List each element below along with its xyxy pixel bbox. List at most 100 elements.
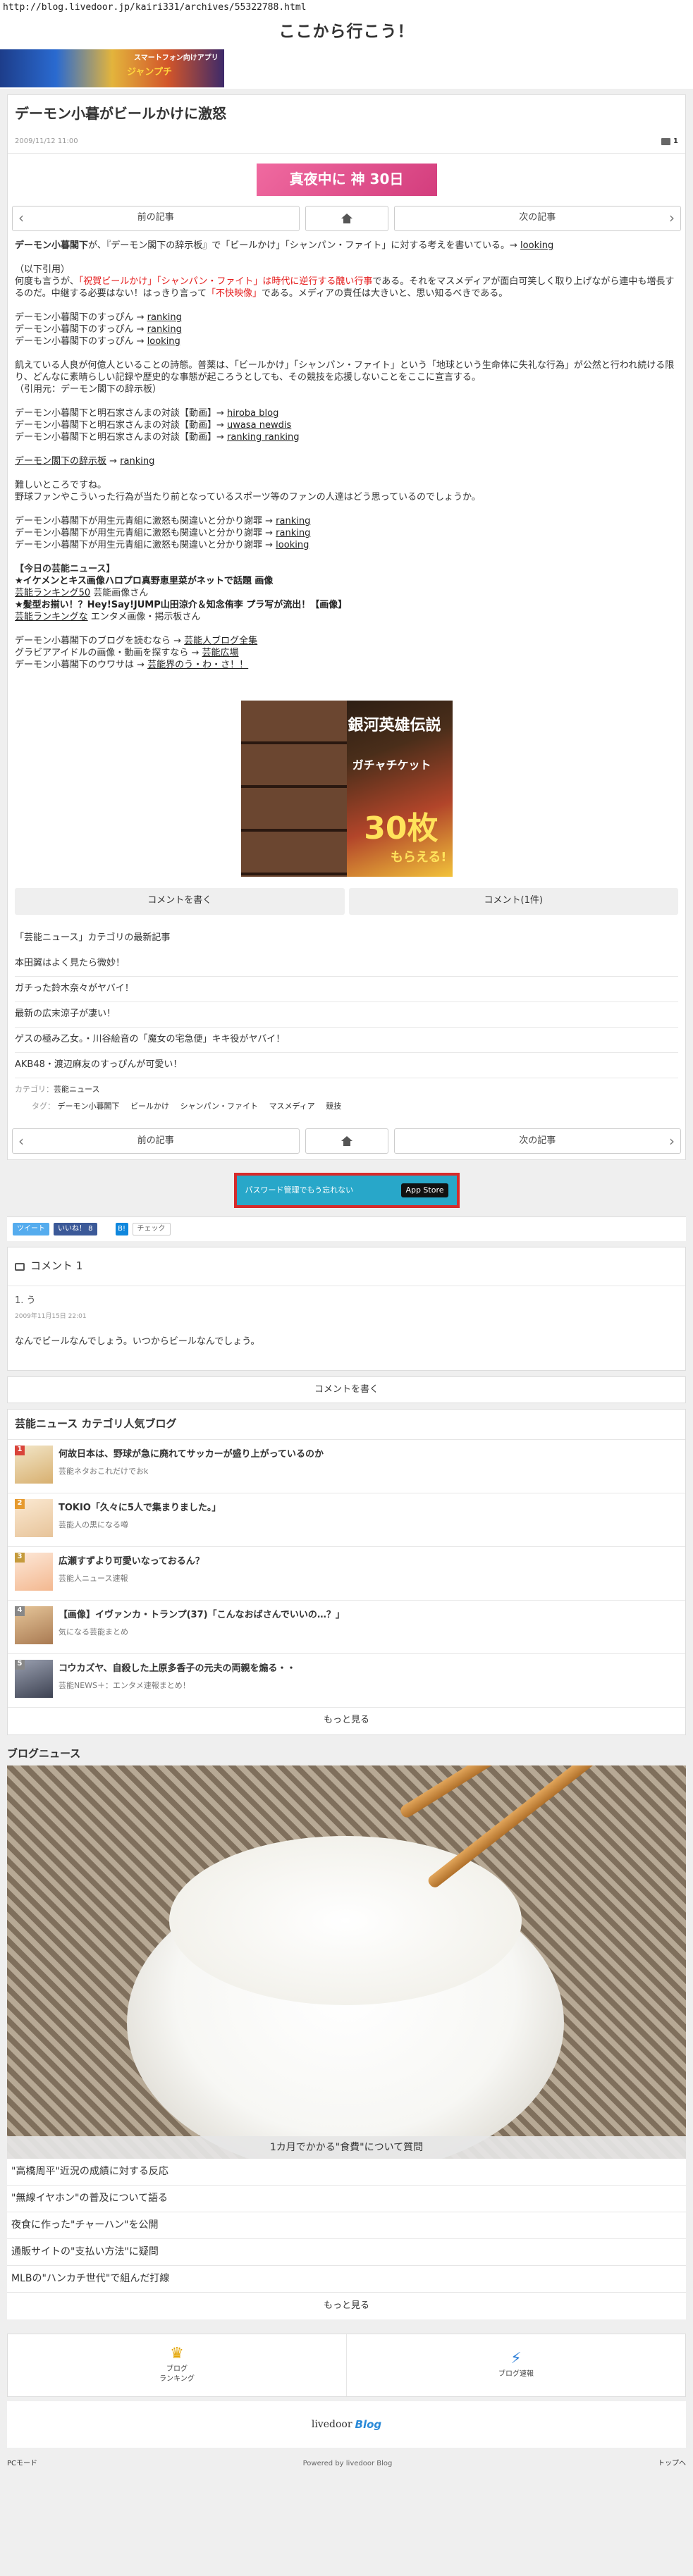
popular-item[interactable]: 2 TOKIO「久々に5人で集まりました。」 芸能人の黒になる噂 — [8, 1493, 685, 1547]
link-b-3[interactable]: ranking ranking — [227, 432, 300, 443]
next-article-button[interactable]: 次の記事 — [393, 205, 681, 231]
blog-link-2[interactable]: 芸能広場 — [202, 648, 239, 658]
ad-mid-image[interactable]: パスワード管理でもう忘れない App Store — [233, 1173, 460, 1209]
comment-count: 1 — [673, 137, 678, 145]
mixi-check-button[interactable]: チェック — [132, 1223, 171, 1236]
popular-thumb: 5 — [15, 1659, 53, 1698]
quote2-src: （引用元：デーモン閣下の辞示板） — [15, 383, 162, 395]
tags: カテゴリ：芸能ニュース タグ： デーモン小暮閣下 ビールかけ シャンパン・ファイ… — [15, 1084, 342, 1111]
popular-item[interactable]: 1 何故日本は、野球が急に廃れてサッカーが盛り上がっているのか 芸能ネタおこれだけ… — [8, 1440, 685, 1493]
blognews-item[interactable]: "無線イヤホン"の普及について語る — [7, 2186, 686, 2213]
category-item[interactable]: 本田翼はよく見たら微妙！ — [15, 951, 678, 978]
blognews-item[interactable]: 通販サイトの"支払い方法"に疑問 — [7, 2239, 686, 2267]
comments-section: コメント 1 1. う 2009年11月15日 22:01 なんでビールなんでし… — [7, 1247, 686, 1371]
category-item[interactable]: ゲスの極み乙女。・川谷絵音の「魔女の宅急便」キキ役がヤバイ！ — [15, 1028, 678, 1053]
comment-date: 2009年11月15日 22:01 — [15, 1313, 87, 1321]
link-c-2[interactable]: ranking — [276, 528, 310, 538]
livedoor-blog-logo[interactable]: livedoor Blog — [7, 2401, 686, 2448]
tweet-button[interactable]: ツイート — [13, 1223, 49, 1236]
comment-author: 1. う — [15, 1295, 36, 1307]
today-news-1-src[interactable]: 芸能ランキング50 — [15, 588, 90, 598]
tag-link[interactable]: マスメディア — [269, 1102, 315, 1111]
popular-item[interactable]: 3 広瀬すずより可愛いなっておるん？ 芸能人ニュース速報 — [8, 1547, 685, 1601]
article-body: デーモン小暮閣下が、『デーモン閣下の辞示板』で「ビールかけ」「シャンパン・ファイ… — [8, 240, 685, 677]
pc-mode-link[interactable]: PCモード — [7, 2459, 37, 2470]
board-link2[interactable]: ranking — [120, 456, 154, 467]
popular-thumb: 3 — [15, 1552, 53, 1591]
board-link[interactable]: デーモン閣下の辞示板 — [15, 456, 106, 467]
link-line: デーモン小暮閣下のすっぴん → ranking — [15, 312, 182, 323]
popular-more-button[interactable]: もっと見る — [8, 1708, 685, 1734]
link-line: デーモン小暮閣下が用生元青組に激怒も関違いと分かり謝罪 → ranking — [15, 515, 311, 526]
popular-item[interactable]: 5 コウカズヤ、自殺した上原多香子の元夫の両親を煽る・・ 芸能NEWS＋：エンタメ… — [8, 1654, 685, 1708]
blog-sokuho-link[interactable]: ⚡ ブログ速報 — [346, 2334, 685, 2397]
article-date: 2009/11/12 11:00 — [15, 137, 78, 145]
category-heading: 「芸能ニュース」カテゴリの最新記事 — [15, 932, 171, 943]
banner-line2: ジャンプチ — [127, 67, 172, 78]
ad-top[interactable]: 真夜中に 神 30日 — [8, 154, 685, 206]
link-b-2[interactable]: uwasa newdis — [227, 420, 291, 431]
blog-ranking-link[interactable]: ♛ ブログ ランキング — [8, 2334, 346, 2396]
prev-article-button[interactable]: 前の記事 — [12, 1128, 300, 1154]
ad-top-image[interactable]: 真夜中に 神 30日 — [256, 163, 437, 196]
category-item[interactable]: AKB48・渡辺麻友のすっぴんが可愛い！ — [15, 1053, 678, 1078]
today-head: 【今日の芸能ニュース】 — [15, 563, 116, 574]
footer-nav: ♛ ブログ ランキング ⚡ ブログ速報 — [7, 2334, 686, 2398]
article: デーモン小暮がビールかけに激怒 2009/11/12 11:00 1 真夜中に … — [7, 94, 686, 1161]
category-item[interactable]: 最新の広末涼子が凄い！ — [15, 1002, 678, 1028]
blognews-item[interactable]: MLBの"ハンカチ世代"で組んだ打線 — [7, 2266, 686, 2293]
blognews-heading: ブログニュース — [7, 1740, 686, 1766]
ad-game[interactable]: 銀河英雄伝説 ガチャチケット 30枚 もらえる! — [8, 677, 685, 888]
to-top-link[interactable]: トップへ — [658, 2459, 686, 2470]
tag-link[interactable]: ビールかけ — [130, 1102, 169, 1111]
blog-link-1[interactable]: 芸能人ブログ全集 — [184, 636, 257, 646]
prev-article-button[interactable]: 前の記事 — [12, 205, 300, 231]
blognews-item[interactable]: 夜食に作った"チャーハン"を公開 — [7, 2212, 686, 2240]
today-news-1[interactable]: ★イケメンとキス画像ハロプロ真野恵里菜がネットで話題 画像 — [15, 576, 273, 586]
para3b: 野球ファンやこういった行為が当たり前となっているスポーツ等のファンの人達はどう思… — [15, 491, 481, 503]
view-comments-button[interactable]: コメント(1件) — [348, 887, 678, 915]
home-button[interactable] — [305, 1128, 388, 1154]
article-nav-bottom: 前の記事 次の記事 — [8, 1128, 685, 1159]
home-icon — [341, 213, 352, 223]
tag-link[interactable]: 競技 — [326, 1102, 341, 1111]
today-news-2-src[interactable]: 芸能ランキングな — [15, 612, 88, 622]
blognews-featured-image[interactable]: 1カ月でかかる"食費"について質問 — [7, 1765, 686, 2159]
next-article-button[interactable]: 次の記事 — [393, 1128, 681, 1154]
popular-thumb: 4 — [15, 1606, 53, 1644]
home-button[interactable] — [305, 205, 388, 231]
facebook-like-button[interactable]: いいね！ 8 — [54, 1223, 97, 1236]
blognews-more-button[interactable]: もっと見る — [7, 2293, 686, 2320]
link-line: デーモン小暮閣下が用生元青組に激怒も関違いと分かり謝罪 → ranking — [15, 527, 311, 538]
blog-link-3[interactable]: 芸能界のう・わ・さ！！ — [147, 660, 248, 670]
category-link[interactable]: 芸能ニュース — [54, 1085, 99, 1094]
today-news-2[interactable]: ★髪型お揃い！？Hey!Say!JUMP山田涼介＆知念侑李 プラ写が流出！【画像… — [15, 600, 347, 610]
ad-game-image[interactable]: 銀河英雄伝説 ガチャチケット 30枚 もらえる! — [240, 700, 453, 877]
write-comment-button-2[interactable]: コメントを書く — [7, 1376, 686, 1403]
link-a-2[interactable]: ranking — [147, 324, 182, 335]
comment-count-link[interactable]: 1 — [661, 137, 678, 147]
link-a-3[interactable]: looking — [147, 336, 180, 347]
link-c-1[interactable]: ranking — [276, 516, 310, 526]
tag-link[interactable]: シャンパン・ファイト — [180, 1102, 259, 1111]
para3a: 難しいところですね。 — [15, 479, 107, 491]
link-b-1[interactable]: hiroba blog — [227, 408, 278, 419]
home-icon — [341, 1136, 352, 1147]
lead-link[interactable]: looking — [520, 240, 553, 251]
popular-item[interactable]: 4 【画像】イヴァンカ・トランプ(37)「こんなおばさんでいいの…？」 気になる芸… — [8, 1601, 685, 1654]
category-item[interactable]: ガチった鈴木奈々がヤバイ！ — [15, 977, 678, 1003]
share-bar: ツイート いいね！ 8 B! チェック — [7, 1216, 686, 1242]
site-title[interactable]: ここから行こう！ — [0, 16, 693, 48]
bottom-bar: PCモード Powered by livedoor Blog トップへ — [0, 2448, 693, 2481]
link-c-3[interactable]: looking — [276, 540, 309, 550]
tag-link[interactable]: デーモン小暮閣下 — [58, 1102, 120, 1111]
hatena-bookmark-button[interactable]: B! — [115, 1223, 128, 1236]
blognews-item[interactable]: "高橋周平"近況の成績に対する反応 — [7, 2159, 686, 2186]
comment-icon — [661, 138, 671, 146]
banner-image[interactable]: スマートフォン向けアプリ ジャンプチ — [0, 49, 224, 87]
write-comment-button[interactable]: コメントを書く — [15, 887, 345, 915]
link-a-1[interactable]: ranking — [147, 312, 182, 323]
address-bar[interactable]: http://blog.livedoor.jp/kairi331/archive… — [0, 0, 693, 16]
ad-mid[interactable]: パスワード管理でもう忘れない App Store — [0, 1160, 693, 1216]
site-banner[interactable]: スマートフォン向けアプリ ジャンプチ — [0, 48, 693, 89]
